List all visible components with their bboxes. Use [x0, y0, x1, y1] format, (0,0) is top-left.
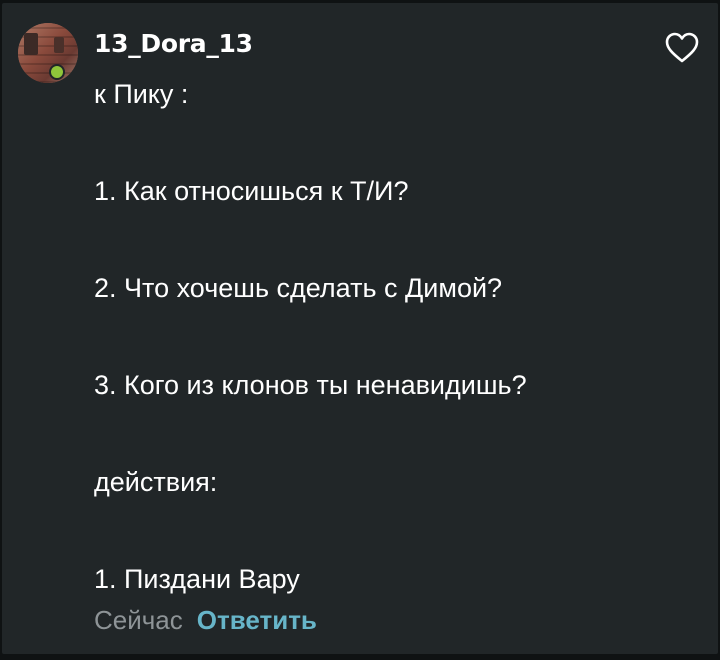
timestamp: Сейчас	[94, 605, 183, 635]
user-badge-icon	[49, 64, 65, 80]
comment-line: 1. Пиздани Вару	[94, 564, 300, 594]
heart-icon[interactable]	[664, 31, 700, 65]
comment-line: действия:	[94, 467, 218, 497]
screen: 13_Dora_13 к Пику : 1. Как относишься к …	[0, 0, 720, 660]
comment-card: 13_Dora_13 к Пику : 1. Как относишься к …	[2, 3, 718, 654]
comment-line: 2. Что хочешь сделать с Димой?	[94, 273, 503, 303]
username[interactable]: 13_Dora_13	[94, 27, 253, 61]
comment-line: 3. Кого из клонов ты ненавидишь?	[94, 370, 527, 400]
avatar-detail	[54, 37, 64, 53]
comment-line: к Пику :	[94, 79, 189, 109]
avatar[interactable]	[18, 23, 78, 83]
comment-footer: Сейчас Ответить	[94, 601, 317, 639]
reply-button[interactable]: Ответить	[197, 605, 317, 635]
avatar-detail	[24, 33, 38, 55]
comment-line: 1. Как относишься к Т/И?	[94, 176, 409, 206]
